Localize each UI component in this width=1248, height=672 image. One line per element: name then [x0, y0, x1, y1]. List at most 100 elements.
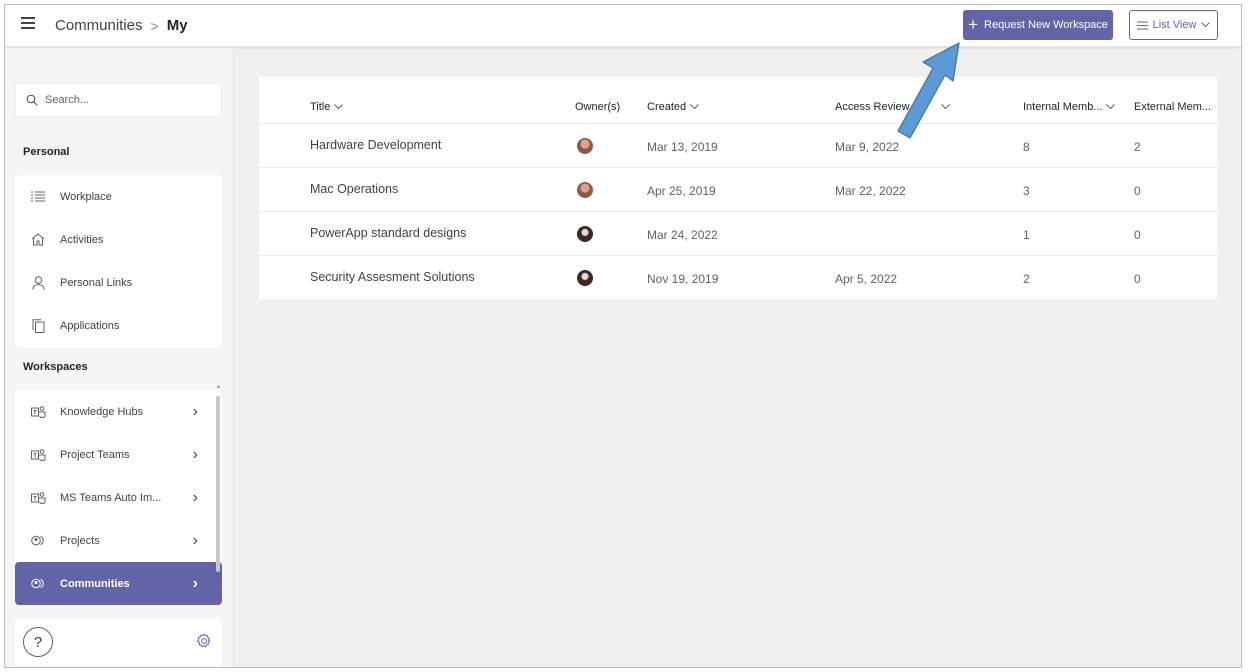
column-header-internal-members[interactable]: Internal Memb...	[1023, 101, 1116, 113]
sidebar-item-label: Knowledge Hubs	[60, 405, 144, 418]
column-header-label: Owner(s)	[575, 101, 621, 113]
column-header-access-review[interactable]: Access Review d	[835, 101, 950, 113]
table-row[interactable]: Mac Operations Apr 25, 2019 Mar 22, 2022…	[259, 167, 1217, 211]
chevron-right-icon: ›	[192, 532, 198, 549]
personal-nav: Workplace Activities Personal Links Appl…	[15, 175, 222, 347]
help-button[interactable]: ?	[23, 627, 53, 657]
row-external-members: 0	[1134, 228, 1141, 242]
sidebar-scrollbar[interactable]	[216, 384, 221, 572]
hamburger-menu-icon[interactable]	[21, 17, 35, 31]
search-icon	[26, 94, 38, 106]
row-title[interactable]: Hardware Development	[310, 138, 441, 152]
column-header-created[interactable]: Created	[647, 101, 699, 113]
workspaces-section-label: Workspaces	[23, 361, 88, 373]
sidebar-item-label: Applications	[60, 319, 120, 332]
row-created: Mar 24, 2022	[647, 228, 718, 242]
copy-icon	[30, 318, 46, 334]
chevron-down-icon	[690, 104, 699, 110]
breadcrumb-current: My	[166, 17, 188, 34]
column-header-owners[interactable]: Owner(s)	[575, 101, 620, 113]
column-header-label: Title	[310, 101, 331, 113]
sidebar-item-communities[interactable]: Communities ›	[15, 562, 222, 605]
row-created: Nov 19, 2019	[647, 272, 719, 286]
chevron-right-icon: ›	[192, 403, 198, 420]
table-row[interactable]: Security Assesment Solutions Nov 19, 201…	[259, 255, 1217, 299]
scroll-up-icon[interactable]	[216, 384, 221, 389]
owner-avatar	[577, 138, 593, 154]
sidebar-item-workplace[interactable]: Workplace	[15, 175, 222, 218]
list-view-label: List View	[1152, 19, 1197, 31]
row-title[interactable]: Mac Operations	[310, 182, 398, 196]
search-placeholder: Search...	[45, 94, 90, 106]
help-label: ?	[33, 633, 43, 651]
column-header-label: Internal Memb...	[1023, 101, 1103, 113]
chevron-right-icon: ›	[192, 489, 198, 506]
sidebar-item-personal-links[interactable]: Personal Links	[15, 261, 222, 304]
sidebar-item-label: MS Teams Auto Im...	[60, 491, 162, 504]
row-internal-members: 2	[1023, 272, 1030, 286]
owner-avatar	[577, 182, 593, 198]
sidebar-footer: ?	[15, 618, 222, 666]
app-window: Communities > My + Request New Workspace…	[4, 4, 1242, 668]
row-title[interactable]: PowerApp standard designs	[310, 226, 466, 240]
breadcrumb: Communities > My	[55, 17, 188, 34]
row-access-review: Mar 9, 2022	[835, 140, 900, 154]
chevron-down-icon	[1201, 22, 1211, 28]
row-external-members: 0	[1134, 184, 1141, 198]
teams-icon	[30, 447, 46, 463]
teams-icon	[30, 404, 46, 420]
top-bar: Communities > My + Request New Workspace…	[5, 5, 1241, 47]
group-icon	[30, 576, 46, 592]
table-row[interactable]: PowerApp standard designs Mar 24, 2022 1…	[259, 211, 1217, 255]
plus-icon: +	[968, 15, 979, 34]
sidebar-item-label: Project Teams	[60, 448, 130, 461]
row-external-members: 2	[1134, 140, 1141, 154]
row-title[interactable]: Security Assesment Solutions	[310, 270, 475, 284]
search-input[interactable]: Search...	[15, 83, 222, 117]
owner-avatar	[577, 270, 593, 286]
sidebar-item-projects[interactable]: Projects ›	[15, 519, 222, 562]
sidebar-item-label: Communities	[60, 577, 130, 590]
chevron-down-icon	[334, 104, 344, 110]
row-access-review: Mar 22, 2022	[835, 184, 906, 198]
sidebar-item-project-teams[interactable]: Project Teams ›	[15, 433, 222, 476]
sidebar: Search... Personal Workplace Activities …	[5, 48, 234, 667]
sidebar-item-label: Workplace	[60, 190, 112, 203]
gear-icon[interactable]	[196, 633, 212, 649]
row-created: Apr 25, 2019	[647, 184, 716, 198]
chevron-down-icon	[940, 104, 950, 110]
personal-section-label: Personal	[23, 146, 70, 158]
sidebar-item-ms-teams-auto-import[interactable]: MS Teams Auto Im... ›	[15, 476, 222, 519]
person-icon	[30, 275, 46, 291]
column-header-label: Created	[647, 101, 687, 113]
row-internal-members: 8	[1023, 140, 1030, 154]
owner-avatar	[577, 226, 593, 242]
sidebar-item-applications[interactable]: Applications	[15, 304, 222, 347]
chevron-right-icon: ›	[192, 575, 198, 592]
workspaces-nav: Knowledge Hubs › Project Teams › MS Team…	[15, 390, 222, 605]
chevron-down-icon	[1106, 104, 1116, 110]
sidebar-item-label: Personal Links	[60, 276, 133, 289]
sidebar-scrollbar-thumb[interactable]	[216, 396, 220, 572]
list-view-button[interactable]: List View	[1129, 10, 1218, 40]
column-header-external-members[interactable]: External Mem...	[1134, 101, 1211, 113]
chevron-right-icon: ›	[192, 446, 198, 463]
group-icon	[30, 533, 46, 549]
breadcrumb-root[interactable]: Communities	[55, 17, 143, 34]
sidebar-item-label: Projects	[60, 534, 100, 547]
sidebar-item-label: Activities	[60, 233, 104, 246]
request-button-label: Request New Workspace	[984, 19, 1108, 31]
request-new-workspace-button[interactable]: + Request New Workspace	[963, 10, 1113, 40]
column-header-label: Access Review d	[835, 101, 919, 113]
table-row[interactable]: Hardware Development Mar 13, 2019 Mar 9,…	[259, 123, 1217, 167]
home-icon	[30, 232, 46, 248]
row-internal-members: 3	[1023, 184, 1030, 198]
breadcrumb-separator: >	[150, 17, 159, 34]
row-created: Mar 13, 2019	[647, 140, 718, 154]
column-header-title[interactable]: Title	[310, 101, 344, 113]
row-internal-members: 1	[1023, 228, 1030, 242]
sidebar-item-knowledge-hubs[interactable]: Knowledge Hubs ›	[15, 390, 222, 433]
row-access-review: Apr 5, 2022	[835, 272, 898, 286]
list-icon	[1136, 21, 1148, 29]
sidebar-item-activities[interactable]: Activities	[15, 218, 222, 261]
